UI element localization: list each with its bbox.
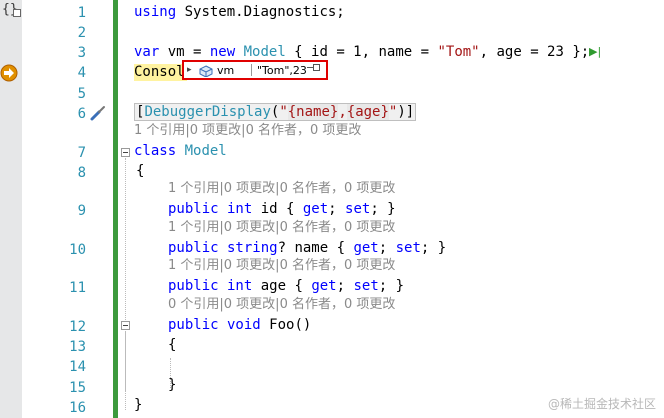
keyword: set (395, 240, 421, 256)
line-number: 9 (77, 203, 86, 219)
string-literal: "Tom" (437, 44, 480, 60)
attribute-highlight: [DebuggerDisplay("{name},{age}")] (134, 103, 417, 121)
keyword: get (302, 201, 329, 217)
line-number: 6 (77, 106, 86, 122)
code-line-4-current-statement: Consol (134, 64, 187, 81)
line-number: 5 (77, 86, 86, 102)
keyword: set (345, 201, 371, 217)
code-text: ? name { (277, 240, 354, 256)
collapse-class-toggle[interactable] (121, 148, 130, 157)
code-text: id { (252, 201, 303, 217)
codelens-age[interactable]: 1 个引用|0 项更改|0 名作者，0 项更改 (168, 258, 395, 274)
code-line-8: { (136, 163, 144, 180)
keyword: get (353, 240, 379, 256)
code-text: } (168, 377, 177, 393)
codelens-model[interactable]: 1 个引用|0 项更改|0 名作者，0 项更改 (134, 123, 361, 139)
line-number: 8 (77, 165, 86, 181)
keyword: int (218, 201, 253, 217)
code-line-3: var vm = new Model { id = 1, name = "Tom… (134, 44, 589, 61)
quick-actions-screwdriver-icon[interactable] (89, 104, 107, 122)
code-line-15: } (168, 377, 176, 394)
code-line-1: using System.Diagnostics; (134, 4, 345, 21)
codelens-foo[interactable]: 0 个引用|0 项更改|0 名作者，0 项更改 (168, 297, 395, 313)
quick-action-icon[interactable] (13, 9, 21, 17)
code-text: ; } (420, 240, 447, 256)
code-line-9: public int id { get; set; } (168, 201, 396, 218)
code-text: , age = 23 }; (479, 44, 590, 60)
object-icon (199, 65, 213, 77)
keyword: void (218, 317, 261, 333)
code-text: age { (252, 278, 312, 294)
keyword: using (134, 4, 177, 20)
collapse-method-toggle[interactable] (121, 321, 130, 330)
keyword: new (209, 44, 236, 60)
run-to-click-icon[interactable]: ▶| (589, 45, 601, 58)
type-name: Model (176, 143, 227, 159)
line-number: 4 (77, 65, 86, 81)
keyword: var (134, 44, 160, 60)
keyword: set (353, 278, 379, 294)
code-text: Foo() (260, 317, 312, 333)
line-number: 10 (69, 242, 86, 258)
string-literal: , (338, 104, 347, 120)
keyword: public (168, 201, 219, 217)
string-literal: {name} (287, 104, 339, 120)
line-number: 16 (69, 400, 86, 416)
code-text: } (134, 397, 143, 413)
code-line-7: class Model (134, 143, 227, 160)
debugger-datatip[interactable]: ▸ vm "Tom",23 (182, 60, 328, 80)
keyword: public (168, 278, 219, 294)
keyword: class (134, 143, 177, 159)
line-number: 14 (69, 359, 86, 375)
line-numbers: 1 2 3 4 5 6 7 8 9 10 11 12 13 14 15 16 (22, 0, 86, 418)
keyword: int (218, 278, 253, 294)
line-number: 13 (69, 339, 86, 355)
code-line-16: } (134, 397, 142, 414)
keyword: get (311, 278, 337, 294)
code-text: { (168, 337, 177, 353)
code-text: ; (336, 278, 354, 294)
code-text: ; (378, 240, 396, 256)
code-line-12: public void Foo() (168, 317, 311, 334)
code-text: ; } (378, 278, 405, 294)
datatip-expand-arrow[interactable]: ▸ (187, 65, 192, 75)
code-line-11: public int age { get; set; } (168, 278, 404, 295)
keyword: public (168, 317, 219, 333)
code-text: { id = 1, name = (285, 44, 438, 60)
fold-guide (125, 331, 126, 391)
code-text: ; } (370, 201, 396, 217)
codelens-name[interactable]: 1 个引用|0 项更改|0 名作者，0 项更改 (168, 220, 395, 236)
datatip-pin-box[interactable] (313, 64, 320, 71)
code-line-13: { (168, 337, 176, 354)
line-number: 1 (77, 5, 86, 21)
code-line-6: [DebuggerDisplay("{name},{age}")] (134, 103, 417, 121)
code-text: { (136, 163, 145, 179)
line-number: 11 (69, 280, 86, 296)
code-text: ; (328, 201, 346, 217)
type-name: Model (235, 44, 286, 60)
string-literal: " (279, 104, 288, 120)
code-text: Consol (134, 64, 185, 80)
code-text: vm = (159, 44, 210, 60)
current-statement-arrow-icon (0, 64, 18, 82)
code-text: System.Diagnostics; (176, 4, 345, 20)
line-number: 7 (77, 145, 86, 161)
type-name: DebuggerDisplay (144, 104, 271, 120)
line-number: 12 (69, 319, 86, 335)
watermark: @稀土掘金技术社区 (547, 397, 656, 411)
datatip-separator (251, 64, 252, 76)
keyword: string (218, 240, 278, 256)
line-number: 3 (77, 45, 86, 61)
datatip-variable-name: vm (217, 64, 235, 77)
datatip-value: "Tom",23 (257, 64, 307, 77)
glyph-margin[interactable]: {} (0, 0, 22, 418)
string-literal: {age} (346, 104, 389, 120)
keyword: public (168, 240, 219, 256)
code-text: )] (397, 104, 415, 120)
code-line-10: public string? name { get; set; } (168, 240, 446, 257)
codelens-id[interactable]: 1 个引用|0 项更改|0 名作者，0 项更改 (168, 181, 395, 197)
line-number: 2 (77, 25, 86, 41)
line-number: 15 (69, 380, 86, 396)
